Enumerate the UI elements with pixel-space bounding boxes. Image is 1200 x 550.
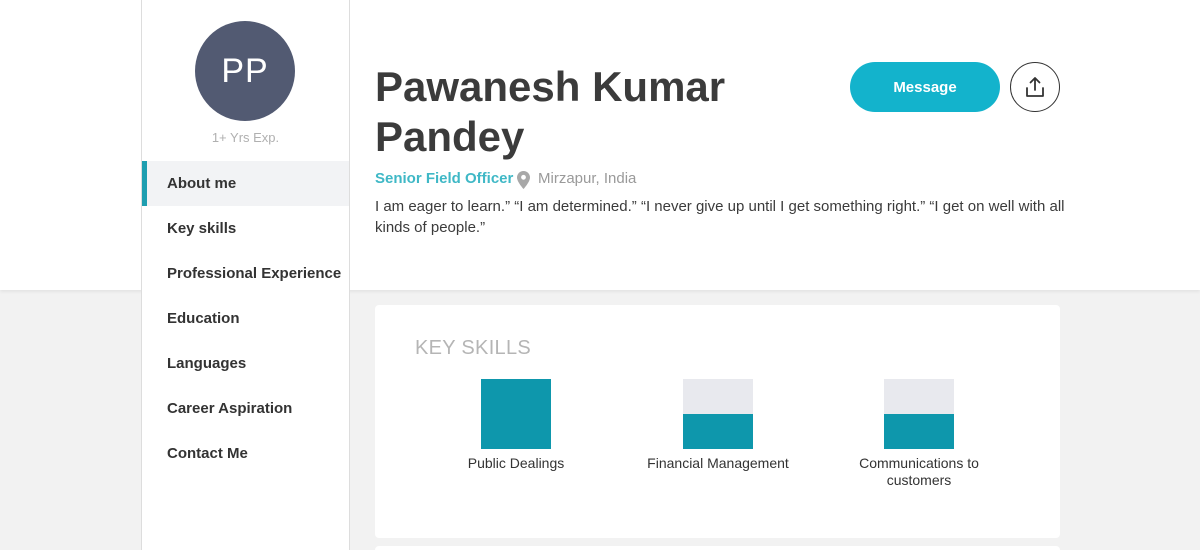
skill-item: Financial Management bbox=[638, 379, 798, 472]
skill-item: Public Dealings bbox=[436, 379, 596, 472]
share-icon bbox=[1026, 77, 1044, 97]
skill-bar-fill bbox=[884, 414, 954, 449]
avatar-initials: PP bbox=[221, 51, 269, 90]
sidebar-item-label: About me bbox=[167, 175, 237, 192]
sidebar-item-label: Languages bbox=[167, 355, 247, 372]
skill-bar-fill bbox=[481, 379, 551, 449]
skill-bar-fill bbox=[683, 414, 753, 449]
avatar: PP bbox=[195, 21, 295, 121]
sidebar-item-label: Contact Me bbox=[167, 445, 248, 462]
sidebar-item-languages[interactable]: Languages bbox=[142, 341, 349, 386]
profile-location: Mirzapur, India bbox=[538, 170, 637, 187]
skill-label: Communications to customers bbox=[859, 455, 979, 488]
profile-role: Senior Field Officer bbox=[375, 170, 514, 187]
sidebar-item-about-me[interactable]: About me bbox=[142, 161, 349, 206]
sidebar-nav: About me Key skills Professional Experie… bbox=[142, 161, 349, 476]
sidebar-item-key-skills[interactable]: Key skills bbox=[142, 206, 349, 251]
experience-label: 1+ Yrs Exp. bbox=[211, 130, 280, 145]
sidebar-item-education[interactable]: Education bbox=[142, 296, 349, 341]
skill-bar bbox=[481, 379, 551, 449]
message-button-label: Message bbox=[893, 78, 957, 96]
share-button[interactable] bbox=[1010, 62, 1060, 112]
location-pin-icon bbox=[517, 171, 530, 189]
skill-bar bbox=[683, 379, 753, 449]
skill-item: Communications to customers bbox=[839, 379, 999, 489]
sidebar-item-label: Professional Experience bbox=[167, 265, 342, 282]
key-skills-card: KEY SKILLS Public Dealings Financial Man… bbox=[375, 305, 1060, 538]
profile-bio: I am eager to learn.” “I am determined.”… bbox=[375, 198, 1065, 236]
skill-label: Public Dealings bbox=[467, 455, 565, 471]
sidebar-item-label: Key skills bbox=[167, 220, 237, 237]
sidebar-item-career-aspiration[interactable]: Career Aspiration bbox=[142, 386, 349, 431]
profile-name: Pawanesh Kumar Pandey bbox=[375, 63, 726, 160]
message-button[interactable]: Message bbox=[850, 62, 1000, 112]
sidebar-item-contact-me[interactable]: Contact Me bbox=[142, 431, 349, 476]
next-section-card bbox=[375, 546, 1060, 550]
sidebar-item-label: Education bbox=[167, 310, 240, 327]
sidebar-item-label: Career Aspiration bbox=[167, 400, 293, 417]
key-skills-title: KEY SKILLS bbox=[415, 337, 532, 359]
sidebar: PP 1+ Yrs Exp. About me Key skills Profe… bbox=[141, 0, 350, 550]
skill-bar bbox=[884, 379, 954, 449]
sidebar-item-professional-experience[interactable]: Professional Experience bbox=[142, 251, 349, 296]
skill-label: Financial Management bbox=[647, 455, 789, 471]
